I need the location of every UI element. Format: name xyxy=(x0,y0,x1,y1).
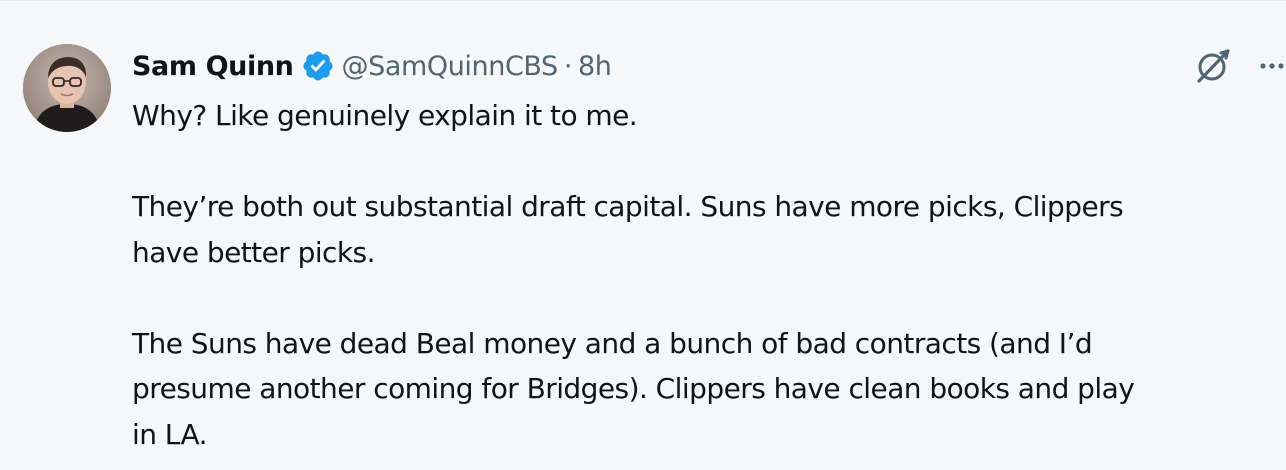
profile-photo-icon xyxy=(23,44,111,132)
tweet-header: Sam Quinn @SamQuinnCBS · 8h xyxy=(132,43,612,89)
tweet-text: Why? Like genuinely explain it to me. Th… xyxy=(132,93,1282,457)
tweet-line: They’re both out substantial draft capit… xyxy=(132,190,1124,223)
verified-badge-icon[interactable] xyxy=(301,49,335,83)
tweet-line: The Suns have dead Beal money and a bunc… xyxy=(132,326,1093,360)
tweet-line: in LA. xyxy=(132,417,207,451)
tweet-line: presume another coming for Bridges). Cli… xyxy=(132,372,1135,405)
tweet-line: Why? Like genuinely explain it to me. xyxy=(132,99,638,132)
display-name[interactable]: Sam Quinn xyxy=(132,51,294,82)
more-horizontal-icon[interactable] xyxy=(1252,49,1286,83)
grok-icon[interactable] xyxy=(1192,45,1234,87)
author-handle[interactable]: @SamQuinnCBS xyxy=(341,51,558,82)
tweet-card[interactable]: Sam Quinn @SamQuinnCBS · 8h Why? Like ge… xyxy=(0,0,1286,470)
avatar[interactable] xyxy=(23,44,111,132)
timestamp[interactable]: 8h xyxy=(578,51,612,82)
tweet-line: have better picks. xyxy=(132,235,376,269)
separator-dot: · xyxy=(563,50,573,82)
